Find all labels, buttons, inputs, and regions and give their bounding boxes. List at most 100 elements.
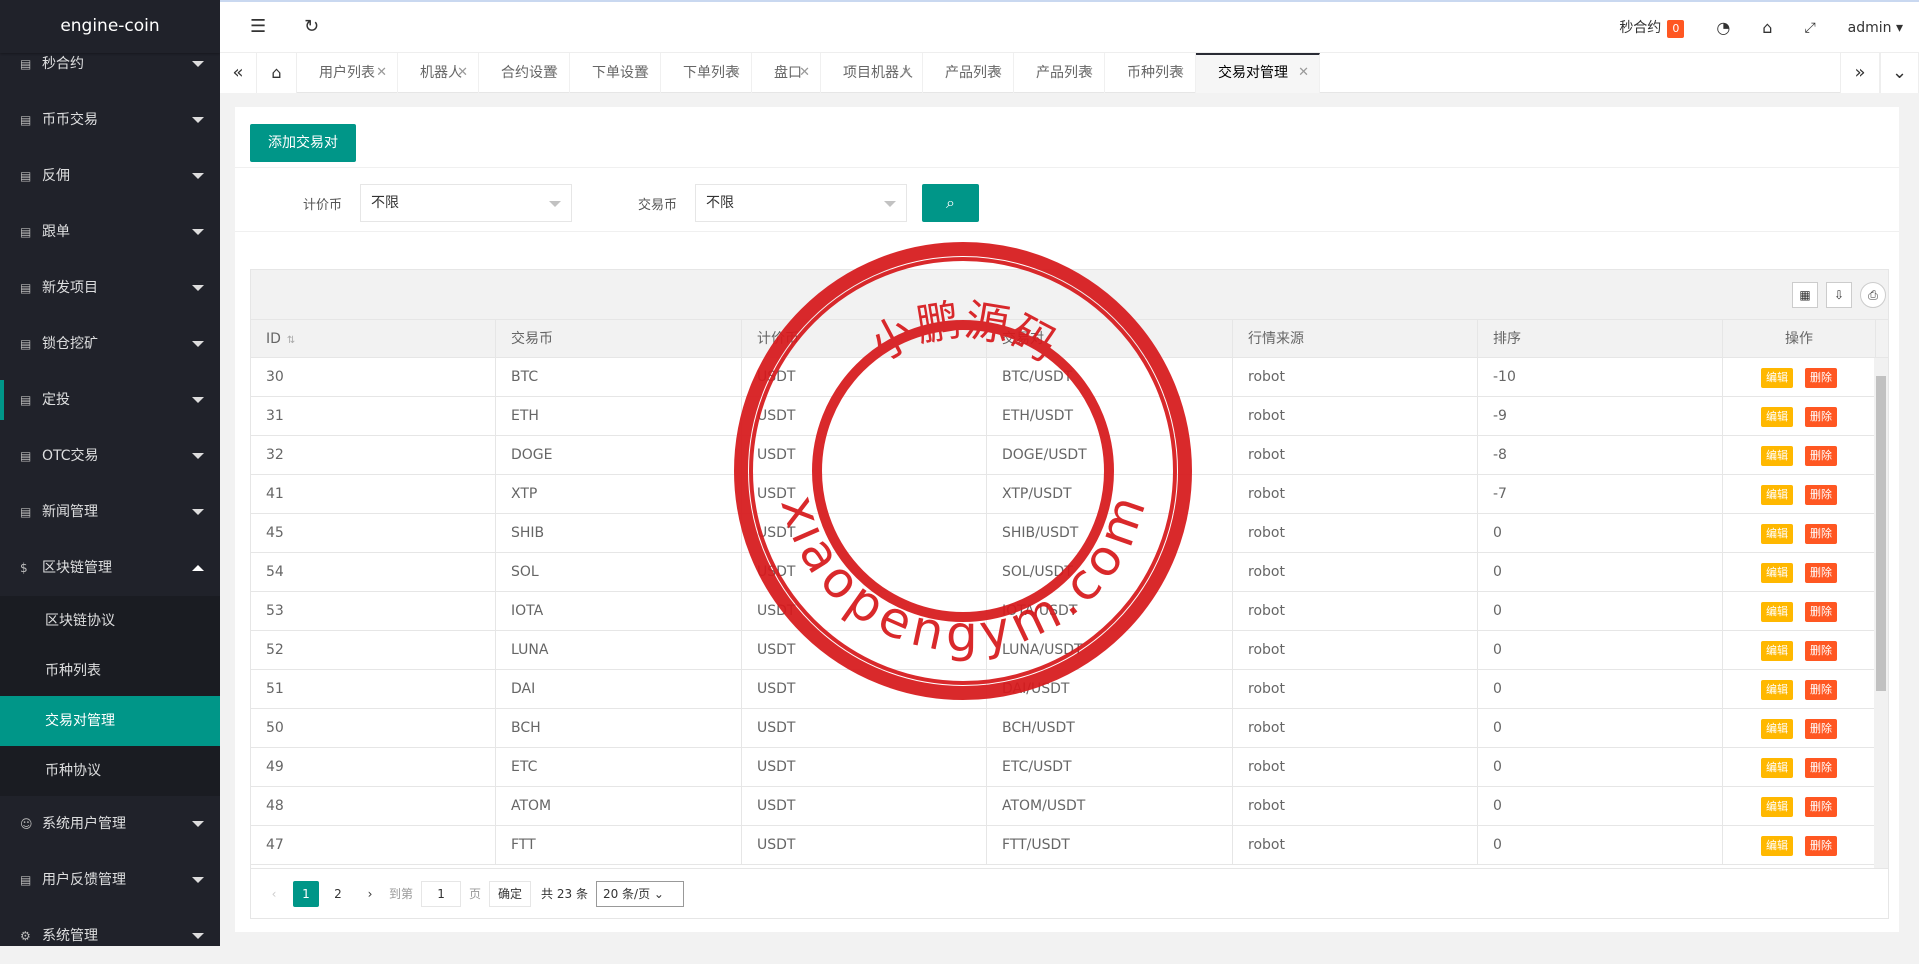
edit-button[interactable]: 编辑 [1761,797,1793,817]
delete-button[interactable]: 删除 [1805,680,1837,700]
close-icon[interactable]: ✕ [901,53,912,93]
close-icon[interactable]: ✕ [1298,55,1309,91]
contract-notice[interactable]: 秒合约 0 [1619,17,1685,38]
fullscreen-icon[interactable]: ⤢ [1804,20,1815,36]
sort-icon[interactable]: ⇅ [287,335,295,346]
edit-button[interactable]: 编辑 [1761,836,1793,856]
export-icon[interactable]: ⇩ [1826,282,1852,308]
confirm-button[interactable]: 确定 [489,880,532,907]
tab-4[interactable]: 下单列表 ✕ [661,53,752,93]
page-input[interactable]: 1 [421,880,462,907]
edit-button[interactable]: 编辑 [1761,446,1793,466]
tab-2[interactable]: 合约设置 ✕ [479,53,570,93]
close-icon[interactable]: ✕ [639,53,650,93]
search-icon: ⌕ [946,193,955,212]
delete-button[interactable]: 删除 [1805,446,1837,466]
close-icon[interactable]: ✕ [730,53,741,93]
sidebar-item-label: 定投 [42,392,70,408]
base-label: 交易币 [638,198,678,213]
scrollbar-thumb[interactable] [1876,376,1886,691]
edit-button[interactable]: 编辑 [1761,368,1793,388]
edit-button[interactable]: 编辑 [1761,407,1793,427]
refresh-icon[interactable]: ↻ [304,16,319,37]
sidebar-item-7[interactable]: ▤ OTC交易 [0,428,220,484]
tab-5[interactable]: 盘口 ✕ [752,53,821,93]
sidebar-bottom-item-2[interactable]: ⚙ 系统管理 [0,908,220,964]
submenu-item-2[interactable]: 交易对管理 [0,696,220,746]
delete-button[interactable]: 删除 [1805,524,1837,544]
tab-3[interactable]: 下单设置 ✕ [570,53,661,93]
submenu-item-3[interactable]: 币种协议 [0,746,220,796]
sidebar-item-6[interactable]: ▤ 定投 [0,372,220,428]
tab-7[interactable]: 产品列表 ✕ [923,53,1014,93]
delete-button[interactable]: 删除 [1805,485,1837,505]
sidebar-item-8[interactable]: ▤ 新闻管理 [0,484,220,540]
page-size-select[interactable]: 20 条/页 ⌄ [595,880,684,907]
delete-button[interactable]: 删除 [1805,797,1837,817]
sidebar-item-1[interactable]: ▤ 币币交易 [0,92,220,148]
tabs-dropdown-icon[interactable]: ⌄ [1880,53,1919,93]
page-1[interactable]: 1 [293,880,319,907]
quote-select[interactable]: 不限 [360,184,572,222]
delete-button[interactable]: 删除 [1805,758,1837,778]
delete-button[interactable]: 删除 [1805,368,1837,388]
list-icon: ▤ [20,281,32,295]
sidebar-item-0[interactable]: ▤ 秒合约 [0,36,220,92]
goto-label: 到第 [389,887,414,901]
add-pair-button[interactable]: 添加交易对 [250,124,356,162]
sidebar-bottom-item-1[interactable]: ▤ 用户反馈管理 [0,852,220,908]
prev-page-icon[interactable]: ‹ [261,881,287,907]
close-icon[interactable]: ✕ [799,53,810,93]
delete-button[interactable]: 删除 [1805,563,1837,583]
close-icon[interactable]: ✕ [548,53,559,93]
tabs-prev-icon[interactable]: « [220,53,257,93]
sidebar-item-4[interactable]: ▤ 新发项目 [0,260,220,316]
tab-6[interactable]: 项目机器人 ✕ [821,53,923,93]
tab-10[interactable]: 交易对管理 ✕ [1196,53,1320,93]
tab-9[interactable]: 币种列表 ✕ [1105,53,1196,93]
sidebar-item-2[interactable]: ▤ 反佣 [0,148,220,204]
home-icon[interactable]: ⌂ [257,53,297,93]
edit-button[interactable]: 编辑 [1761,602,1793,622]
tag-icon[interactable]: ⌂ [1762,18,1772,37]
edit-button[interactable]: 编辑 [1761,485,1793,505]
print-icon[interactable]: ⎙ [1860,282,1886,308]
edit-button[interactable]: 编辑 [1761,680,1793,700]
sidebar-item-9[interactable]: $ 区块链管理 [0,540,220,596]
user-menu[interactable]: admin ▾ [1848,20,1903,36]
base-select[interactable]: 不限 [695,184,907,222]
sidebar-item-3[interactable]: ▤ 跟单 [0,204,220,260]
table-scrollbar[interactable] [1874,358,1888,869]
close-icon[interactable]: ✕ [1174,53,1185,93]
edit-button[interactable]: 编辑 [1761,563,1793,583]
sidebar-bottom-item-0[interactable]: ☺ 系统用户管理 [0,796,220,852]
submenu-item-1[interactable]: 币种列表 [0,646,220,696]
tab-8[interactable]: 产品列表 ✕ [1014,53,1105,93]
close-icon[interactable]: ✕ [1083,53,1094,93]
edit-button[interactable]: 编辑 [1761,524,1793,544]
delete-button[interactable]: 删除 [1805,407,1837,427]
columns-icon[interactable]: ▦ [1792,282,1818,308]
delete-button[interactable]: 删除 [1805,836,1837,856]
submenu-item-0[interactable]: 区块链协议 [0,596,220,646]
delete-button[interactable]: 删除 [1805,719,1837,739]
palette-icon[interactable]: ◔ [1716,18,1730,37]
page-2[interactable]: 2 [325,881,351,907]
close-icon[interactable]: ✕ [457,53,468,93]
tab-0[interactable]: 用户列表 ✕ [297,53,398,93]
sidebar-item-5[interactable]: ▤ 锁仓挖矿 [0,316,220,372]
delete-button[interactable]: 删除 [1805,602,1837,622]
menu-toggle-icon[interactable]: ☰ [250,16,266,37]
next-page-icon[interactable]: › [357,881,383,907]
edit-button[interactable]: 编辑 [1761,641,1793,661]
tab-1[interactable]: 机器人 ✕ [398,53,479,93]
search-button[interactable]: ⌕ [922,184,979,222]
close-icon[interactable]: ✕ [992,53,1003,93]
edit-button[interactable]: 编辑 [1761,719,1793,739]
tabs-next-icon[interactable]: » [1840,53,1880,93]
delete-button[interactable]: 删除 [1805,641,1837,661]
close-icon[interactable]: ✕ [376,53,387,93]
column-header-0[interactable]: ID ⇅ [251,320,496,357]
table-cell: robot [1233,592,1478,630]
edit-button[interactable]: 编辑 [1761,758,1793,778]
